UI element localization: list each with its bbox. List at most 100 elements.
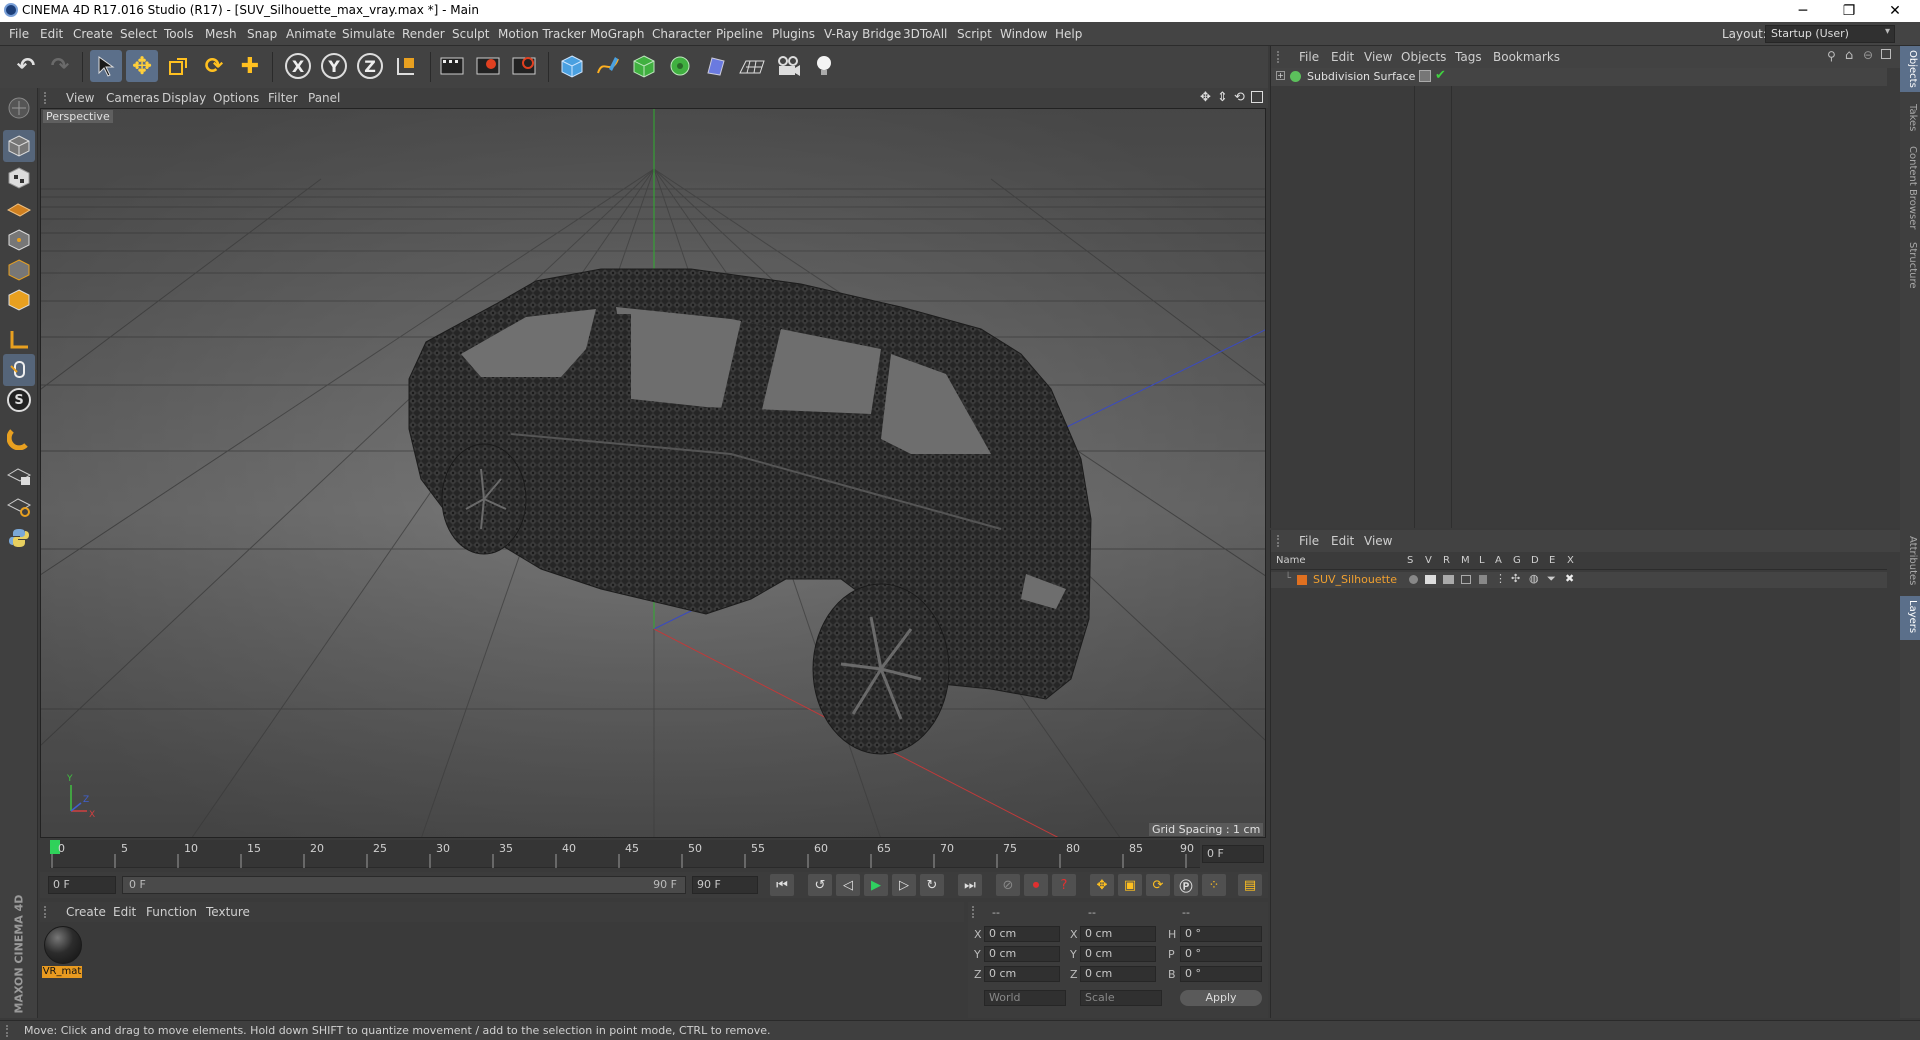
material-menu-create[interactable]: Create <box>66 905 106 919</box>
object-menu-edit[interactable]: Edit <box>1331 50 1354 64</box>
object-menu-tags[interactable]: Tags <box>1455 50 1482 64</box>
menu-window[interactable]: Window <box>1000 27 1047 41</box>
menu-mesh[interactable]: Mesh <box>205 27 237 41</box>
manager-toggle-icon[interactable] <box>1461 575 1471 584</box>
object-name[interactable]: Subdivision Surface <box>1307 70 1415 83</box>
record-keys-icon[interactable]: ⊘ <box>996 874 1020 896</box>
tab-content-browser[interactable]: Content Browser <box>1902 146 1918 229</box>
select-tool-icon[interactable] <box>90 50 122 82</box>
rot-b-field[interactable]: 0 ° <box>1180 966 1262 982</box>
xref-toggle-icon[interactable]: ✖ <box>1565 572 1574 585</box>
deformers-toggle-icon[interactable]: ◍ <box>1529 572 1539 585</box>
light-icon[interactable] <box>808 50 840 82</box>
axis-mode-icon[interactable] <box>3 324 35 356</box>
pan-view-icon[interactable]: ✥ <box>1200 90 1211 105</box>
current-frame-field[interactable]: 0 F <box>48 876 116 894</box>
transform-tool-icon[interactable]: ✚ <box>234 50 266 82</box>
size-y-field[interactable]: 0 cm <box>1080 946 1156 962</box>
menu-motion-tracker[interactable]: Motion Tracker <box>498 27 586 41</box>
next-key-icon[interactable]: ↻ <box>920 874 944 896</box>
play-icon[interactable]: ▶ <box>864 874 888 896</box>
camera-icon[interactable] <box>772 50 804 82</box>
layer-name[interactable]: SUV_Silhouette <box>1313 573 1397 586</box>
maximize-panel-icon[interactable] <box>1881 49 1891 59</box>
texture-mode-icon[interactable] <box>3 162 35 194</box>
frame-range-slider[interactable]: 0 F 90 F <box>122 876 686 894</box>
quantize-icon[interactable] <box>3 490 35 522</box>
menu-create[interactable]: Create <box>73 27 113 41</box>
go-to-start-icon[interactable]: ⏮ <box>770 874 794 896</box>
generators-toggle-icon[interactable]: ✣ <box>1511 572 1520 585</box>
object-menu-file[interactable]: File <box>1299 50 1319 64</box>
timeline-window-icon[interactable]: ▤ <box>1238 874 1262 896</box>
tab-structure[interactable]: Structure <box>1902 242 1918 289</box>
rot-p-field[interactable]: 0 ° <box>1180 946 1262 962</box>
object-menu-bookmarks[interactable]: Bookmarks <box>1493 50 1560 64</box>
orbit-view-icon[interactable]: ⟲ <box>1234 90 1245 105</box>
object-row[interactable]: + Subdivision Surface ✔ <box>1271 68 1887 86</box>
menu-help[interactable]: Help <box>1055 27 1082 41</box>
keyframe-selection-icon[interactable]: ? <box>1052 874 1076 896</box>
x-axis-toggle[interactable]: X <box>282 50 314 82</box>
y-axis-toggle[interactable]: Y <box>318 50 350 82</box>
snap-icon[interactable]: S <box>3 384 35 416</box>
material-menu-texture[interactable]: Texture <box>206 905 250 919</box>
redo-icon[interactable]: ↷ <box>44 50 76 82</box>
tab-takes[interactable]: Takes <box>1902 104 1918 131</box>
max-frame-field[interactable]: 90 F <box>692 876 758 894</box>
menu-file[interactable]: File <box>9 27 29 41</box>
menu-mograph[interactable]: MoGraph <box>590 27 645 41</box>
size-mode-select[interactable]: Scale <box>1080 990 1162 1006</box>
next-frame-icon[interactable]: ▷ <box>892 874 916 896</box>
pos-x-field[interactable]: 0 cm <box>984 926 1060 942</box>
apply-button[interactable]: Apply <box>1180 990 1262 1006</box>
coordinate-system-icon[interactable] <box>390 50 422 82</box>
tweak-mode-icon[interactable] <box>3 354 35 386</box>
viewport-menu-display[interactable]: Display <box>162 91 206 105</box>
move-tool-icon[interactable]: ✥ <box>126 50 158 82</box>
lock-icon[interactable] <box>1479 575 1487 584</box>
key-scale-icon[interactable]: ▣ <box>1118 874 1142 896</box>
maximize-view-icon[interactable] <box>1251 91 1263 103</box>
menu-plugins[interactable]: Plugins <box>772 27 815 41</box>
points-mode-icon[interactable] <box>3 224 35 256</box>
key-point-level-icon[interactable]: ⁘ <box>1202 874 1226 896</box>
subdivision-surface-icon[interactable] <box>628 50 660 82</box>
viewport-menu-panel[interactable]: Panel <box>308 91 340 105</box>
make-editable-icon[interactable] <box>3 92 35 124</box>
workplane-icon[interactable] <box>3 192 35 224</box>
material-menu-edit[interactable]: Edit <box>113 905 136 919</box>
expand-toggle[interactable]: + <box>1276 71 1285 80</box>
polygons-mode-icon[interactable] <box>3 284 35 316</box>
zoom-view-icon[interactable]: ⇕ <box>1217 90 1228 105</box>
render-settings-icon[interactable] <box>508 50 540 82</box>
menu-vray-bridge[interactable]: V-Ray Bridge <box>824 27 901 41</box>
autokey-icon[interactable]: ⏺ <box>1024 874 1048 896</box>
layer-menu-view[interactable]: View <box>1364 534 1392 548</box>
enabled-check-icon[interactable]: ✔ <box>1435 68 1446 83</box>
object-menu-objects[interactable]: Objects <box>1401 50 1446 64</box>
model-mode-icon[interactable] <box>3 130 35 162</box>
python-icon[interactable] <box>3 522 35 554</box>
timeline-track[interactable]: 0 5 10 15 20 25 30 35 40 45 50 55 60 65 … <box>50 840 1200 868</box>
menu-simulate[interactable]: Simulate <box>342 27 395 41</box>
cube-object-icon[interactable] <box>556 50 588 82</box>
home-icon[interactable]: ⌂ <box>1845 48 1853 63</box>
key-position-icon[interactable]: ✥ <box>1090 874 1114 896</box>
restore-button[interactable]: ❐ <box>1826 0 1872 22</box>
go-to-end-icon[interactable]: ⏭ <box>958 874 982 896</box>
size-x-field[interactable]: 0 cm <box>1080 926 1156 942</box>
menu-3dtoall[interactable]: 3DToAll <box>903 27 947 41</box>
tab-objects[interactable]: Objects <box>1902 50 1918 88</box>
3d-viewport[interactable]: Y X Z Perspective Grid Spacing : 1 cm <box>40 108 1266 838</box>
menu-script[interactable]: Script <box>957 27 992 41</box>
pen-spline-icon[interactable] <box>592 50 624 82</box>
pos-y-field[interactable]: 0 cm <box>984 946 1060 962</box>
menu-character[interactable]: Character <box>652 27 711 41</box>
floor-icon[interactable] <box>736 50 768 82</box>
search-icon[interactable]: ⚲ <box>1827 49 1836 63</box>
minimize-button[interactable]: ─ <box>1780 0 1826 22</box>
material-menu-function[interactable]: Function <box>146 905 197 919</box>
solo-toggle-icon[interactable] <box>1409 575 1418 584</box>
coordinate-mode-select[interactable]: World <box>984 990 1066 1006</box>
